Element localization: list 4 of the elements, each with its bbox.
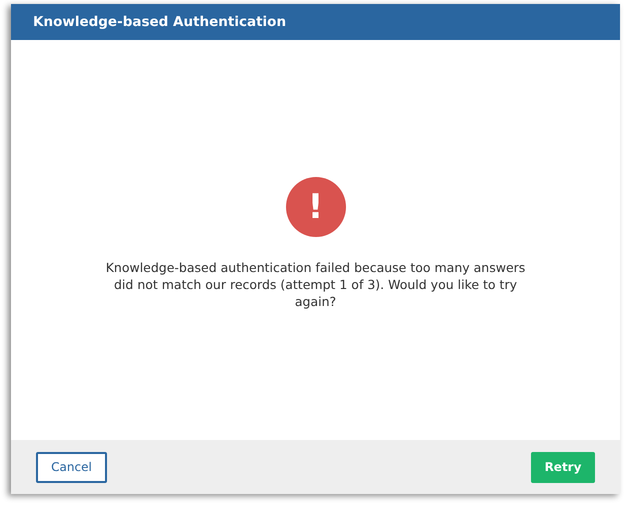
error-message: Knowledge-based authentication failed because too many answers did not match our records (attempt 1 of 3). Would you like to try again? xyxy=(106,259,526,310)
dialog-title: Knowledge-based Authentication xyxy=(33,14,286,30)
error-icon: ! xyxy=(286,177,346,237)
cancel-button[interactable]: Cancel xyxy=(36,452,107,482)
